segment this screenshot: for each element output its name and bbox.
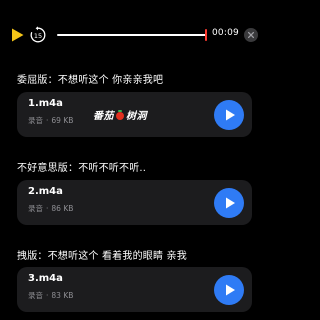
recording-caption: 不好意思版：不听不听不听.. bbox=[17, 163, 147, 174]
progress-track[interactable] bbox=[57, 34, 207, 36]
tomato-icon bbox=[116, 110, 124, 120]
recording-caption: 拽版：不想听这个 看着我的眼睛 亲我 bbox=[17, 251, 187, 262]
recording-type: 录音 bbox=[28, 116, 43, 125]
elapsed-time: 00:09 bbox=[212, 28, 239, 38]
recording-size: 86 KB bbox=[51, 204, 74, 213]
recording-card[interactable]: 3.m4a 录音 · 83 KB bbox=[17, 267, 252, 312]
recording-type: 录音 bbox=[28, 291, 43, 300]
play-button[interactable] bbox=[214, 188, 244, 218]
play-icon[interactable] bbox=[11, 28, 24, 42]
recording-filename: 3.m4a bbox=[28, 273, 63, 284]
watermark-text-right: 树洞 bbox=[126, 111, 147, 122]
play-icon bbox=[226, 197, 235, 209]
recording-size: 83 KB bbox=[51, 291, 74, 300]
replay-15-icon[interactable]: 15 bbox=[29, 26, 47, 44]
play-button[interactable] bbox=[214, 100, 244, 130]
watermark-text-left: 番茄 bbox=[93, 111, 114, 122]
audio-player-bar: 15 00:09 bbox=[0, 22, 270, 48]
recording-size: 69 KB bbox=[51, 116, 74, 125]
watermark: 番茄 树洞 bbox=[93, 107, 147, 122]
recording-filename: 2.m4a bbox=[28, 186, 63, 197]
recording-type: 录音 bbox=[28, 204, 43, 213]
play-icon bbox=[226, 284, 235, 296]
recording-meta: 录音 · 69 KB bbox=[28, 116, 74, 125]
recording-caption: 委屈版：不想听这个 你亲亲我吧 bbox=[17, 75, 164, 86]
recording-filename: 1.m4a bbox=[28, 98, 63, 109]
close-icon[interactable] bbox=[244, 28, 258, 42]
playhead[interactable] bbox=[205, 29, 207, 41]
play-icon bbox=[226, 109, 235, 121]
recording-meta: 录音 · 86 KB bbox=[28, 204, 74, 213]
replay-seconds-label: 15 bbox=[34, 32, 42, 40]
recording-card[interactable]: 2.m4a 录音 · 86 KB bbox=[17, 180, 252, 225]
play-button[interactable] bbox=[214, 275, 244, 305]
recording-meta: 录音 · 83 KB bbox=[28, 291, 74, 300]
